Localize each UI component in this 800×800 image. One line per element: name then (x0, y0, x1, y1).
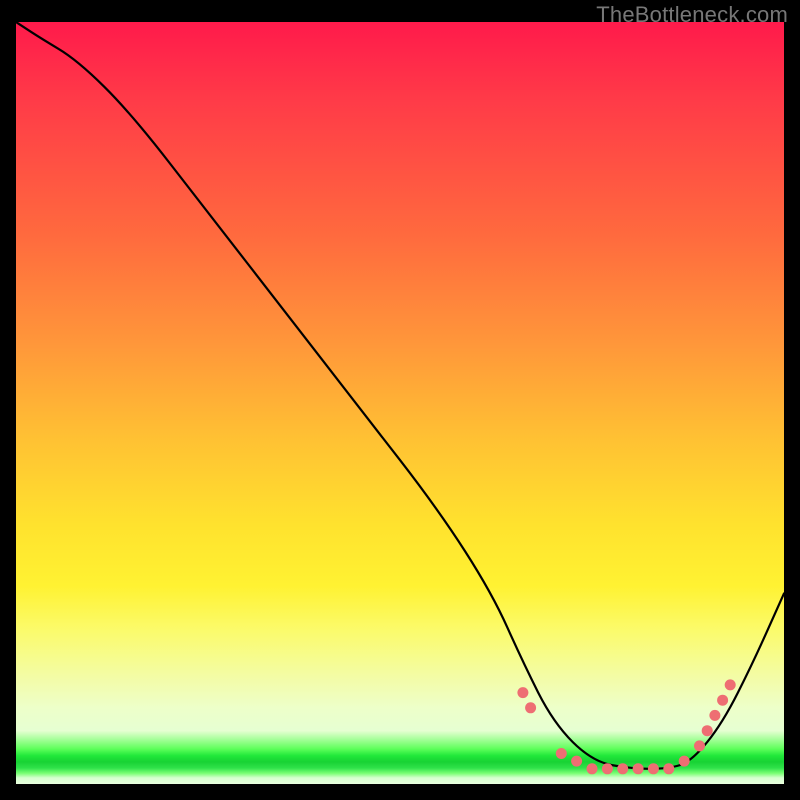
marker-dot (709, 710, 720, 721)
marker-dot (725, 679, 736, 690)
marker-dot (648, 763, 659, 774)
marker-dot (517, 687, 528, 698)
marker-dot (702, 725, 713, 736)
chart-overlay-svg (16, 22, 784, 784)
marker-dot (602, 763, 613, 774)
marker-dot (525, 702, 536, 713)
chart-root: TheBottleneck.com (0, 0, 800, 800)
marker-dot (679, 756, 690, 767)
marker-dot (571, 756, 582, 767)
marker-dot (633, 763, 644, 774)
marker-dot (587, 763, 598, 774)
bottleneck-curve (16, 22, 784, 769)
marker-dots (517, 679, 735, 774)
marker-dot (717, 695, 728, 706)
marker-dot (663, 763, 674, 774)
plot-area (16, 22, 784, 784)
marker-dot (694, 740, 705, 751)
marker-dot (617, 763, 628, 774)
marker-dot (556, 748, 567, 759)
